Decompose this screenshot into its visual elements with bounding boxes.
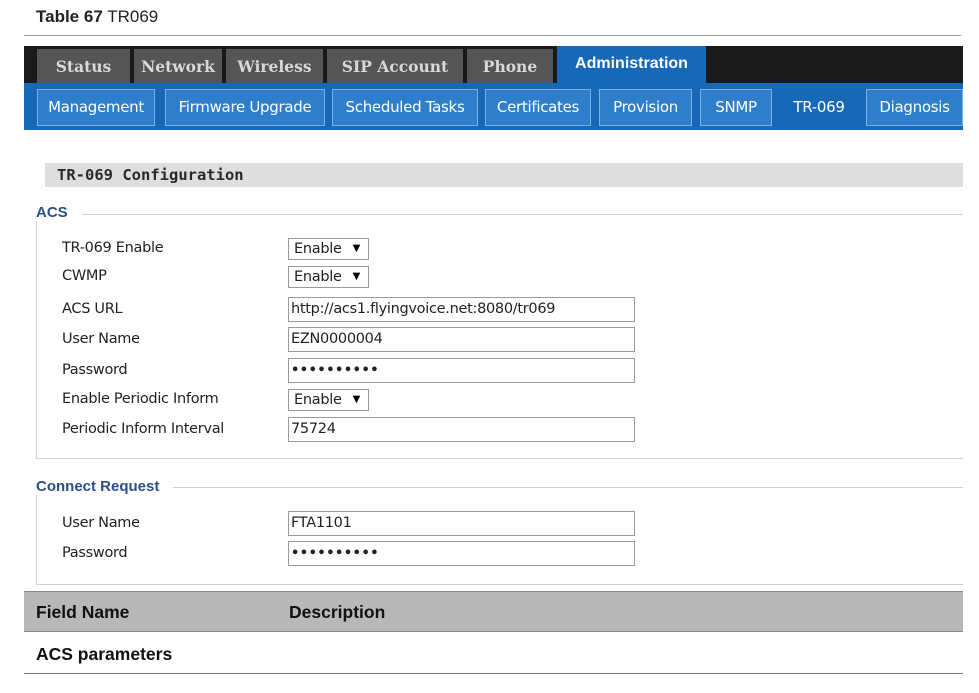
subtab-firmware-upgrade[interactable]: Firmware Upgrade [165,89,325,126]
connect-username-label: User Name [62,515,140,531]
chevron-down-icon: ▼ [352,394,361,405]
subtab-management[interactable]: Management [37,89,155,126]
chevron-down-icon: ▼ [352,243,361,254]
cwmp-select[interactable]: Enable ▼ [288,266,369,288]
tab-wireless[interactable]: Wireless [226,49,323,83]
cwmp-label: CWMP [62,268,107,284]
periodic-interval-input[interactable]: 75724 [288,417,635,442]
acs-password-label: Password [62,362,128,378]
acs-url-input[interactable]: http://acs1.flyingvoice.net:8080/tr069 [288,297,635,322]
periodic-inform-select[interactable]: Enable ▼ [288,389,369,411]
caption-title: TR069 [107,7,159,26]
caption-divider [24,35,961,36]
tab-status[interactable]: Status [37,49,130,83]
acs-password-input[interactable]: •••••••••• [288,358,635,383]
subtab-snmp[interactable]: SNMP [700,89,772,126]
tab-phone[interactable]: Phone [467,49,553,83]
table-caption: Table 67 TR069 [36,7,158,27]
tab-sip-account[interactable]: SIP Account [327,49,463,83]
acs-username-label: User Name [62,331,140,347]
connect-username-input[interactable]: FTA1101 [288,511,635,536]
subtab-provision[interactable]: Provision [599,89,692,126]
table-row: ACS parameters [24,632,963,674]
tr069-enable-value: Enable [294,241,342,257]
subtab-diagnosis[interactable]: Diagnosis [866,89,963,126]
sub-navigation: Management Firmware Upgrade Scheduled Ta… [24,83,963,130]
periodic-interval-label: Periodic Inform Interval [62,421,225,437]
chevron-down-icon: ▼ [352,271,361,282]
subtab-certificates[interactable]: Certificates [485,89,591,126]
acs-url-label: ACS URL [62,301,123,317]
acs-username-input[interactable]: EZN0000004 [288,327,635,352]
connect-password-label: Password [62,545,128,561]
top-navigation: Status Network Wireless SIP Account Phon… [24,46,963,83]
tab-network[interactable]: Network [134,49,222,83]
connect-password-input[interactable]: •••••••••• [288,541,635,566]
caption-label: Table 67 [36,7,103,26]
periodic-inform-value: Enable [294,392,342,408]
section-title: TR-069 Configuration [45,163,963,187]
tab-administration[interactable]: Administration [557,46,706,83]
tr069-enable-label: TR-069 Enable [62,240,164,256]
subtab-tr069[interactable]: TR-069 [780,89,858,126]
table-header: Field Name Description [24,591,963,632]
acs-legend: ACS [36,204,82,221]
connect-request-group [36,487,963,585]
cwmp-value: Enable [294,269,342,285]
tr069-enable-select[interactable]: Enable ▼ [288,238,369,260]
subtab-scheduled-tasks[interactable]: Scheduled Tasks [332,89,478,126]
column-header-field-name: Field Name [36,602,130,622]
row-acs-parameters: ACS parameters [36,644,173,664]
connect-request-legend: Connect Request [36,478,174,495]
column-header-description: Description [289,602,386,622]
periodic-inform-label: Enable Periodic Inform [62,391,219,407]
